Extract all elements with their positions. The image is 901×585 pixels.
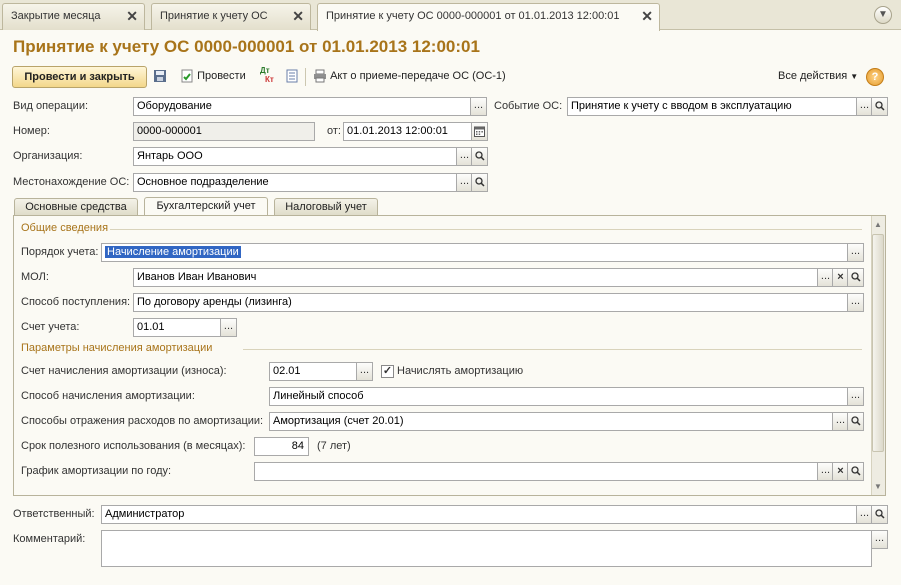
- dt-kt-icon: Дт Кт: [260, 66, 274, 84]
- depr-method-label: Способ начисления амортизации:: [21, 390, 195, 402]
- all-actions-label: Все действия: [778, 70, 848, 82]
- tab-accounting[interactable]: Бухгалтерский учет: [144, 197, 268, 216]
- operation-type-label: Вид операции:: [13, 100, 89, 112]
- search-icon[interactable]: [871, 97, 888, 116]
- receipt-field[interactable]: По договору аренды (лизинга): [133, 293, 848, 312]
- save-button[interactable]: [153, 66, 167, 88]
- tab-tax-accounting[interactable]: Налоговый учет: [274, 198, 378, 216]
- toolbar-divider: [305, 68, 306, 86]
- search-icon[interactable]: [471, 147, 488, 166]
- location-label: Местонахождение ОС:: [13, 176, 130, 188]
- close-icon[interactable]: ✕: [641, 4, 653, 28]
- select-button[interactable]: ...: [847, 387, 864, 406]
- all-actions-menu[interactable]: Все действия ▼: [778, 66, 858, 88]
- calendar-icon[interactable]: [471, 122, 488, 141]
- window-tab-os-document[interactable]: Принятие к учету ОС 0000-000001 от 01.01…: [317, 3, 660, 31]
- window-tab-label: Закрытие месяца: [11, 10, 101, 22]
- post-and-close-button[interactable]: Провести и закрыть: [12, 66, 147, 88]
- mol-field[interactable]: Иванов Иван Иванович: [133, 268, 818, 287]
- page-title: Принятие к учету ОС 0000-000001 от 01.01…: [13, 37, 480, 56]
- select-button[interactable]: ...: [470, 97, 487, 116]
- search-icon[interactable]: [847, 462, 864, 481]
- window-tab-month-close[interactable]: Закрытие месяца ✕: [2, 3, 145, 30]
- depr-account-label: Счет начисления амортизации (износа):: [21, 365, 227, 377]
- account-label: Счет учета:: [21, 321, 80, 333]
- order-label: Порядок учета:: [21, 246, 99, 258]
- close-icon[interactable]: ✕: [126, 4, 138, 28]
- event-field[interactable]: Принятие к учету с вводом в эксплуатацию: [567, 97, 857, 116]
- comment-field[interactable]: [101, 530, 872, 567]
- select-button[interactable]: ...: [847, 243, 864, 262]
- depr-account-field[interactable]: 02.01: [269, 362, 357, 381]
- order-field[interactable]: Начисление амортизации: [101, 243, 848, 262]
- post-button-label: Провести: [197, 70, 246, 82]
- depr-method-field[interactable]: Линейный способ: [269, 387, 848, 406]
- expense-label: Способы отражения расходов по амортизаци…: [21, 415, 264, 427]
- receipt-label: Способ поступления:: [21, 296, 131, 308]
- schedule-field[interactable]: [254, 462, 818, 481]
- search-icon[interactable]: [847, 412, 864, 431]
- tabs-menu-chevron-icon[interactable]: ▼: [874, 6, 892, 24]
- act-label: Акт о приеме-передаче ОС (ОС-1): [330, 70, 506, 82]
- act-os1-print-button[interactable]: Акт о приеме-передаче ОС (ОС-1): [313, 66, 506, 88]
- expense-field[interactable]: Амортизация (счет 20.01): [269, 412, 833, 431]
- chevron-down-icon: ▼: [850, 72, 859, 81]
- select-button[interactable]: ...: [871, 530, 888, 549]
- date-field[interactable]: 01.01.2013 12:00:01: [343, 122, 473, 141]
- select-button[interactable]: ...: [847, 293, 864, 312]
- operation-type-field[interactable]: Оборудование: [133, 97, 471, 116]
- report-icon: [286, 69, 298, 83]
- report-button[interactable]: [285, 66, 299, 88]
- help-button[interactable]: ?: [866, 68, 884, 86]
- accrue-checkbox[interactable]: ✓: [381, 365, 394, 378]
- window-tab-os-list[interactable]: Принятие к учету ОС ✕: [151, 3, 311, 30]
- search-icon[interactable]: [471, 173, 488, 192]
- useful-life-years: (7 лет): [317, 440, 351, 452]
- useful-life-field[interactable]: 84: [254, 437, 309, 456]
- tab-fixed-assets[interactable]: Основные средства: [14, 198, 138, 216]
- location-field[interactable]: Основное подразделение: [133, 173, 457, 192]
- scrollbar-thumb[interactable]: [872, 234, 884, 452]
- select-button[interactable]: ...: [356, 362, 373, 381]
- printer-icon: [314, 69, 326, 83]
- date-label: от:: [327, 125, 341, 137]
- useful-life-label: Срок полезного использования (в месяцах)…: [21, 440, 246, 452]
- dt-kt-button[interactable]: Дт Кт: [260, 66, 274, 88]
- mol-label: МОЛ:: [21, 271, 49, 283]
- search-icon[interactable]: [871, 505, 888, 524]
- comment-label: Комментарий:: [13, 533, 86, 545]
- responsible-field[interactable]: Администратор: [101, 505, 857, 524]
- number-field[interactable]: 0000-000001: [133, 122, 315, 141]
- close-icon[interactable]: ✕: [292, 4, 304, 28]
- search-icon[interactable]: [847, 268, 864, 287]
- window-tab-label: Принятие к учету ОС 0000-000001 от 01.01…: [326, 10, 620, 22]
- general-group-title: Общие сведения: [21, 222, 109, 234]
- account-field[interactable]: 01.01: [133, 318, 221, 337]
- scroll-down-icon[interactable]: ▼: [871, 480, 885, 494]
- save-icon: [154, 70, 166, 83]
- post-button[interactable]: Провести: [180, 66, 246, 88]
- schedule-label: График амортизации по году:: [21, 465, 172, 477]
- responsible-label: Ответственный:: [13, 508, 95, 520]
- order-value: Начисление амортизации: [105, 246, 241, 258]
- post-document-icon: [181, 69, 193, 83]
- event-label: Событие ОС:: [494, 100, 563, 112]
- organization-label: Организация:: [13, 150, 83, 162]
- window-tab-label: Принятие к учету ОС: [160, 10, 268, 22]
- organization-field[interactable]: Янтарь ООО: [133, 147, 457, 166]
- scroll-up-icon[interactable]: ▲: [871, 218, 885, 232]
- group-divider: [243, 349, 862, 350]
- accrue-label: Начислять амортизацию: [397, 365, 524, 377]
- group-divider: [110, 229, 862, 230]
- depreciation-group-title: Параметры начисления амортизации: [21, 342, 213, 354]
- number-label: Номер:: [13, 125, 50, 137]
- select-button[interactable]: ...: [220, 318, 237, 337]
